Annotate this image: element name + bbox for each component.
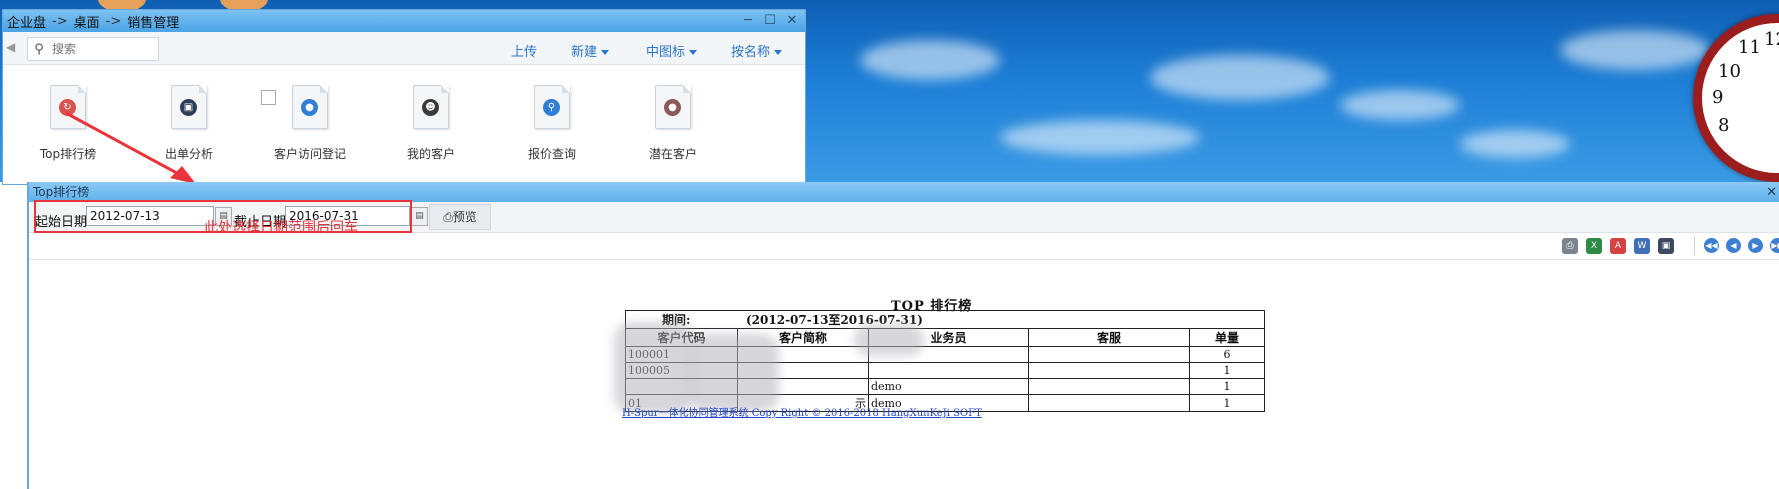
privacy-blur (689, 334, 779, 412)
report-toolbar: ⎙ X A W ▣ ◀◀ ◀ ▶ ▶▶ (29, 233, 1779, 260)
table-cell: 1 (1189, 394, 1265, 412)
pdf-icon[interactable]: A (1610, 238, 1626, 254)
report-panel: Top排行榜 ✕ 起始日期 ▤ 截止日期 ▤ ⎙预览 此处选择日期范围后回车 ⎙… (27, 182, 1779, 489)
save-icon[interactable]: ▣ (1658, 238, 1674, 254)
period-row: 期间: (2012-07-13至2016-07-31) (625, 310, 1265, 329)
table-cell (1028, 378, 1190, 395)
table-cell: 1 (1189, 362, 1265, 379)
table-cell (1028, 362, 1190, 379)
privacy-blur (614, 322, 694, 414)
arrow-line (65, 111, 187, 180)
table-cell: 6 (1189, 346, 1265, 363)
table-cell: 1 (1189, 378, 1265, 395)
toolbar-divider (1694, 237, 1695, 255)
panel-title-bar: Top排行榜 ✕ (29, 182, 1779, 202)
start-date-label: 起始日期 (35, 215, 88, 230)
previous-page-icon[interactable]: ◀ (1726, 238, 1741, 253)
privacy-blur (854, 324, 924, 356)
first-page-icon[interactable]: ◀◀ (1704, 238, 1719, 253)
excel-icon[interactable]: X (1586, 238, 1602, 254)
last-page-icon[interactable]: ▶▶ (1770, 238, 1779, 253)
print-icon[interactable]: ⎙ (1562, 238, 1578, 254)
column-header: 客服 (1028, 328, 1190, 347)
next-page-icon[interactable]: ▶ (1748, 238, 1763, 253)
table-cell (1028, 394, 1190, 412)
calendar-icon[interactable]: ▤ (411, 207, 428, 226)
table-cell (868, 362, 1029, 379)
panel-close-button[interactable]: ✕ (1766, 183, 1777, 203)
footer-copyright-link[interactable]: H-Spur一体化协同管理系统 Copy Right © 2016-2018 H… (622, 404, 982, 419)
table-cell: demo (868, 378, 1029, 395)
word-icon[interactable]: W (1634, 238, 1650, 254)
panel-title: Top排行榜 (33, 185, 90, 199)
column-header: 单量 (1189, 328, 1265, 347)
printer-icon: ⎙ (443, 210, 453, 224)
start-date-input[interactable] (86, 206, 214, 226)
preview-button[interactable]: ⎙预览 (429, 204, 491, 230)
period-cell: 期间: (2012-07-13至2016-07-31) (625, 310, 1265, 329)
preview-label: 预览 (452, 210, 477, 224)
table-cell (1028, 346, 1190, 363)
